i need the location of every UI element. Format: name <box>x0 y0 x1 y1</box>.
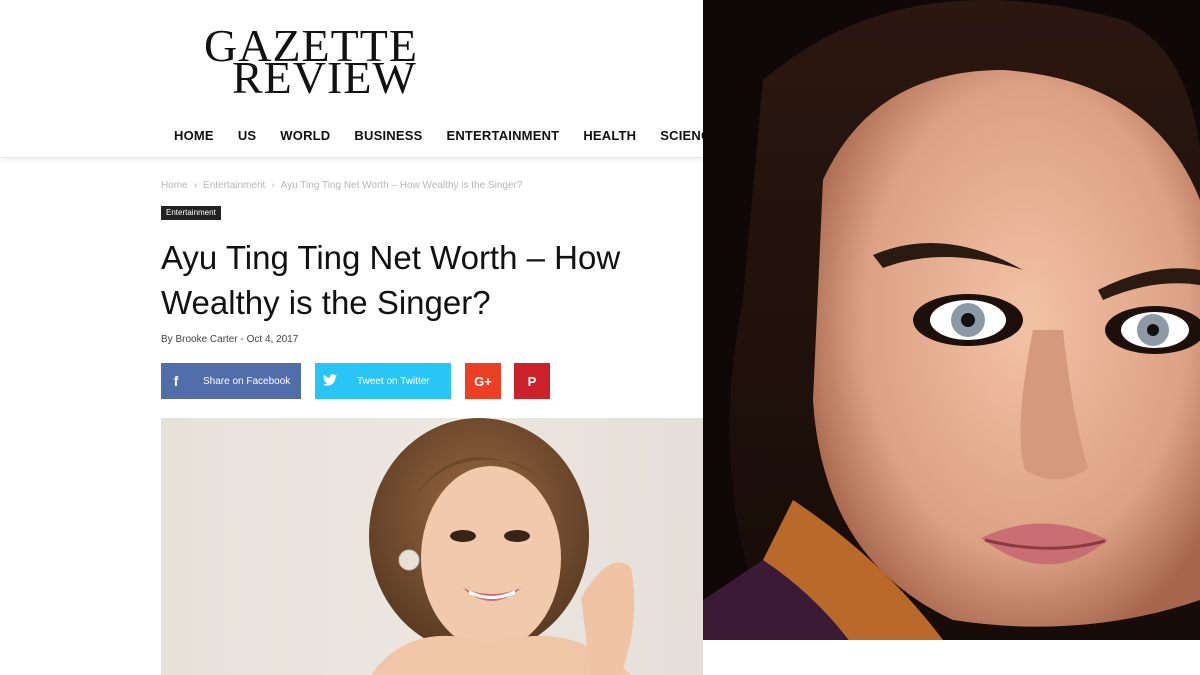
share-googleplus-button[interactable]: G+ <box>465 363 501 399</box>
article-title-line2: Wealthy is the Singer? <box>161 284 491 321</box>
site-logo[interactable]: GAZETTE REVIEW <box>204 23 444 103</box>
nav-item-home[interactable]: HOME <box>162 117 226 157</box>
breadcrumb-separator-icon: › <box>193 180 198 191</box>
pinterest-icon: P <box>527 373 537 389</box>
breadcrumb-separator-icon: › <box>271 180 275 191</box>
main-nav: HOME US WORLD BUSINESS ENTERTAINMENT HEA… <box>0 117 719 158</box>
nav-item-health[interactable]: HEALTH <box>571 117 648 157</box>
share-pinterest-button[interactable]: P <box>514 363 550 399</box>
byline-prefix: By <box>161 334 173 345</box>
nav-item-us[interactable]: US <box>226 117 268 157</box>
category-tag[interactable]: Entertainment <box>161 206 221 220</box>
twitter-icon <box>315 373 345 389</box>
share-facebook-label: Share on Facebook <box>203 375 291 387</box>
article-title: Ayu Ting Ting Net Worth – How Wealthy is… <box>161 235 721 325</box>
article-title-line1: Ayu Ting Ting Net Worth – How <box>161 239 621 276</box>
publish-date: Oct 4, 2017 <box>246 334 299 345</box>
breadcrumb-home[interactable]: Home <box>161 180 188 191</box>
breadcrumb-current: Ayu Ting Ting Net Worth – How Wealthy is… <box>280 180 523 191</box>
singer-portrait-image <box>703 0 1200 660</box>
breadcrumb-section[interactable]: Entertainment <box>203 180 265 191</box>
share-twitter-label: Tweet on Twitter <box>357 375 430 387</box>
nav-item-business[interactable]: BUSINESS <box>342 117 434 157</box>
author-link[interactable]: Brooke Carter <box>175 334 237 345</box>
nav-item-world[interactable]: WORLD <box>268 117 342 157</box>
breadcrumb: Home › Entertainment › Ayu Ting Ting Net Wor… <box>161 180 701 191</box>
facebook-icon: f <box>173 373 179 389</box>
byline: By Brooke Carter - Oct 4, 2017 <box>161 334 298 345</box>
share-facebook-button[interactable]: f Share on Facebook <box>161 363 301 399</box>
image-bottom-edge <box>703 640 1200 675</box>
byline-separator: - <box>240 334 244 345</box>
logo-line2: REVIEW <box>232 52 417 103</box>
googleplus-icon: G+ <box>474 373 492 389</box>
share-twitter-button[interactable]: Tweet on Twitter <box>315 363 451 399</box>
nav-item-entertainment[interactable]: ENTERTAINMENT <box>434 117 571 157</box>
woman-portrait-photo <box>703 0 1200 660</box>
